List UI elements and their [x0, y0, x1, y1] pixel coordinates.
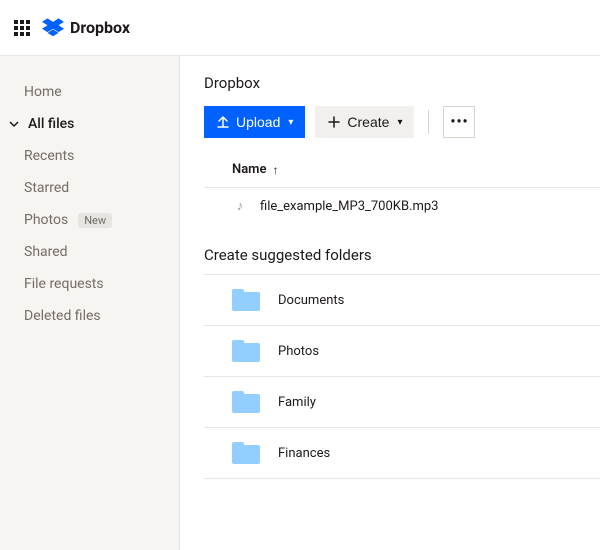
chevron-down-icon: ▾ — [288, 117, 293, 128]
more-button[interactable]: ••• — [443, 106, 475, 138]
app-switcher-icon[interactable] — [14, 20, 30, 36]
sidebar: Home All files Recents Starred Photos Ne… — [0, 56, 180, 550]
sidebar-item-home[interactable]: Home — [0, 76, 179, 108]
create-button[interactable]: Create ▾ — [315, 106, 414, 138]
toolbar: Upload ▾ Create ▾ ••• — [204, 106, 600, 138]
chevron-down-icon: ▾ — [397, 117, 402, 128]
content-area: Dropbox Upload ▾ Create ▾ ••• — [180, 56, 600, 550]
upload-button[interactable]: Upload ▾ — [204, 106, 305, 138]
sidebar-item-recents[interactable]: Recents — [0, 140, 179, 172]
suggested-heading: Create suggested folders — [204, 246, 600, 264]
folder-icon — [232, 391, 260, 413]
sidebar-item-file-requests[interactable]: File requests — [0, 268, 179, 300]
toolbar-separator — [428, 110, 429, 134]
app-header: Dropbox — [0, 0, 600, 56]
audio-file-icon: ♪ — [232, 198, 248, 214]
suggested-folder-family[interactable]: Family — [204, 376, 600, 427]
brand-name: Dropbox — [70, 18, 130, 37]
sidebar-item-photos[interactable]: Photos New — [0, 204, 179, 236]
sidebar-item-shared[interactable]: Shared — [0, 236, 179, 268]
file-name: file_example_MP3_700KB.mp3 — [260, 199, 439, 214]
file-row[interactable]: ♪ file_example_MP3_700KB.mp3 — [204, 188, 600, 242]
chevron-down-icon — [8, 118, 22, 130]
folder-icon — [232, 442, 260, 464]
suggested-folder-documents[interactable]: Documents — [204, 274, 600, 325]
breadcrumb[interactable]: Dropbox — [204, 74, 600, 92]
folder-icon — [232, 340, 260, 362]
upload-icon — [216, 115, 230, 129]
suggested-folders-list: Documents Photos Family Finances — [204, 274, 600, 479]
sort-asc-icon: ↑ — [272, 163, 278, 177]
folder-icon — [232, 289, 260, 311]
column-header-name[interactable]: Name ↑ — [204, 156, 600, 188]
new-badge: New — [78, 213, 112, 228]
sidebar-item-all-files[interactable]: All files — [0, 108, 179, 140]
suggested-folder-finances[interactable]: Finances — [204, 427, 600, 479]
plus-icon — [327, 115, 341, 129]
sidebar-item-deleted-files[interactable]: Deleted files — [0, 300, 179, 332]
brand-logo[interactable]: Dropbox — [42, 17, 130, 39]
dropbox-icon — [42, 17, 64, 39]
suggested-folder-photos[interactable]: Photos — [204, 325, 600, 376]
sidebar-item-starred[interactable]: Starred — [0, 172, 179, 204]
ellipsis-icon: ••• — [450, 114, 468, 130]
